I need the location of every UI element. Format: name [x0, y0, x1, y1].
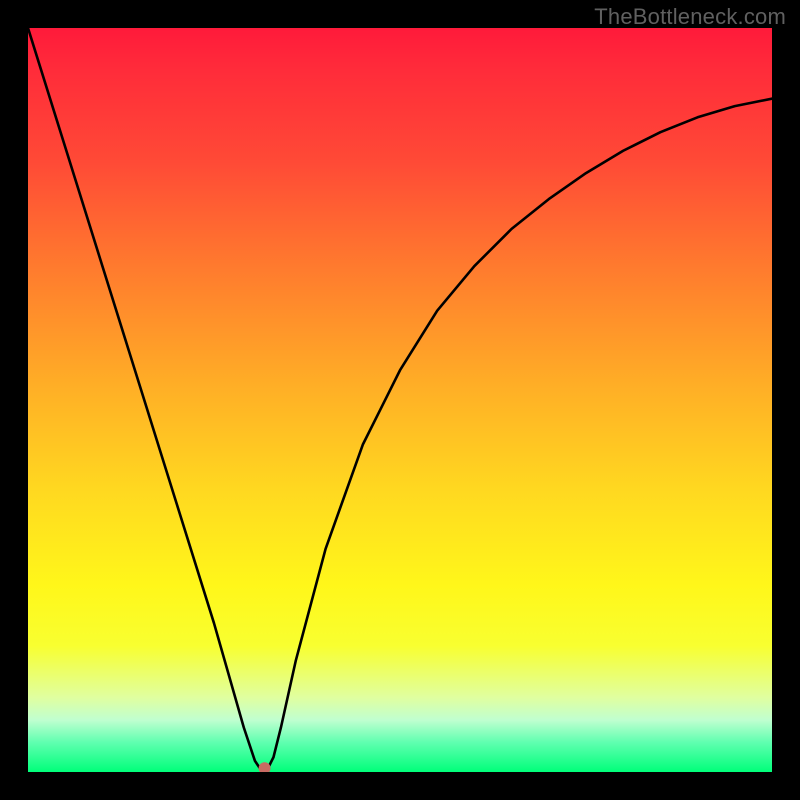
plot-area [28, 28, 772, 772]
watermark-text: TheBottleneck.com [594, 4, 786, 30]
curve-svg [28, 28, 772, 772]
bottleneck-curve-path [28, 28, 772, 772]
